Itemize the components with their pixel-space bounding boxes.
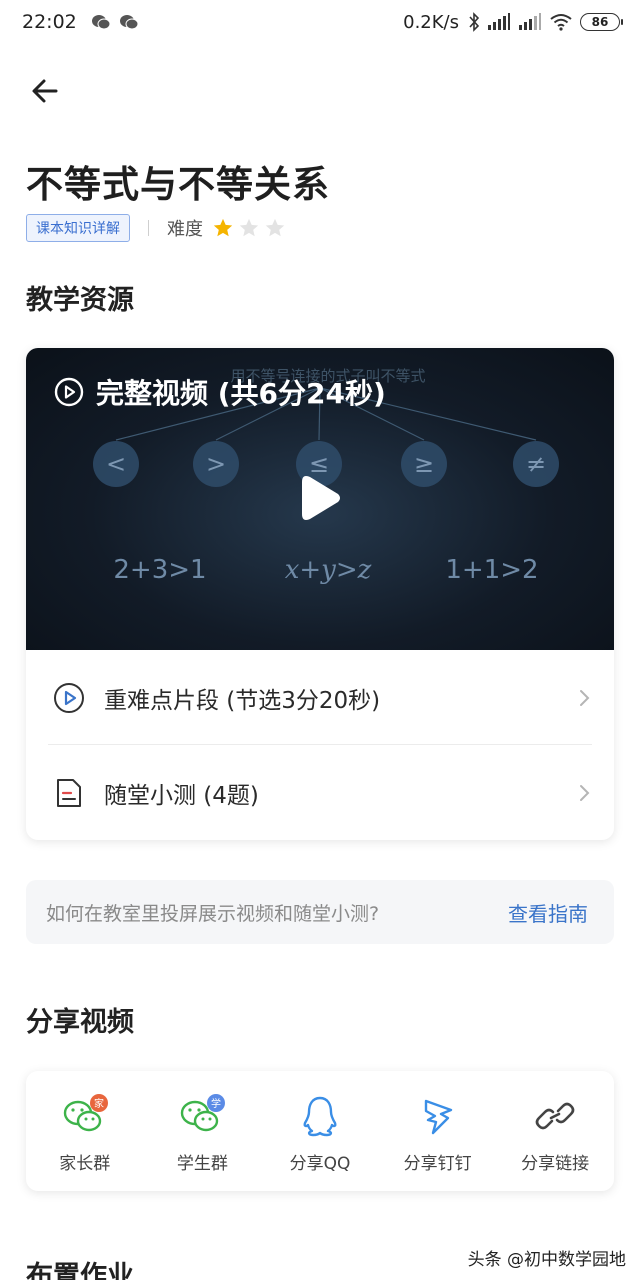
share-item-label: 分享链接	[521, 1154, 590, 1174]
symbol-label: >	[206, 450, 226, 478]
share-panel: 家 家长群 学 学生群 分享QQ 分享钉钉 分享链接	[26, 1071, 614, 1191]
share-link-button[interactable]: 分享链接	[496, 1071, 614, 1191]
difficulty-label: 难度	[167, 219, 203, 240]
share-item-label: 学生群	[176, 1154, 228, 1174]
list-item-key-clip[interactable]: 重难点片段 (节选3分20秒)	[48, 650, 592, 746]
video-title[interactable]: 完整视频 (共6分24秒)	[54, 372, 386, 412]
document-icon	[57, 779, 81, 807]
share-dingtalk-button[interactable]: 分享钉钉	[379, 1071, 497, 1191]
list-item-label: 重难点片段 (节选3分20秒)	[104, 688, 381, 714]
chevron-right-icon	[580, 785, 590, 801]
view-guide-link[interactable]: 查看指南	[508, 898, 588, 927]
resources-card: 用不等号连接的式子叫不等式 < > ≤ ≥ ≠ 2+3>1 x+y>z 1+1>2 完整视频…	[26, 348, 614, 840]
play-circle-icon	[54, 377, 84, 407]
dingtalk-icon	[424, 1099, 452, 1135]
share-item-label: 分享钉钉	[403, 1154, 472, 1174]
share-parent-group-button[interactable]: 家 家长群	[26, 1071, 144, 1191]
share-qq-button[interactable]: 分享QQ	[261, 1071, 379, 1191]
wechat-icon: 家	[63, 1094, 108, 1132]
signal-icon	[519, 13, 541, 30]
play-circle-icon	[54, 683, 84, 713]
star-filled-icon	[213, 218, 233, 237]
symbol-label: ≥	[414, 450, 434, 478]
bluetooth-icon	[469, 12, 480, 32]
homework-section-title: 布置作业	[26, 1261, 134, 1280]
resources-section-title: 教学资源	[26, 285, 134, 316]
guide-question: 如何在教室里投屏展示视频和随堂小测?	[46, 902, 380, 925]
projection-guide-bar: 如何在教室里投屏展示视频和随堂小测? 查看指南	[26, 880, 614, 944]
video-title-text: 完整视频 (共6分24秒)	[96, 377, 386, 410]
network-speed: 0.2K/s	[403, 11, 459, 33]
share-item-label: 分享QQ	[289, 1154, 351, 1174]
video-player[interactable]: 用不等号连接的式子叫不等式 < > ≤ ≥ ≠ 2+3>1 x+y>z 1+1>2 完整视频…	[26, 348, 614, 650]
example-expression: x+y>z	[285, 555, 372, 585]
wifi-icon	[550, 14, 572, 31]
title-meta: 课本知识详解 难度	[26, 214, 290, 242]
back-arrow-icon[interactable]	[28, 74, 62, 108]
status-bar: 22:02 0.2K/s 86	[0, 0, 640, 44]
example-expression: 2+3>1	[113, 555, 206, 585]
share-section-title: 分享视频	[26, 1007, 134, 1038]
svg-text:家: 家	[94, 1097, 104, 1110]
star-empty-icon	[239, 218, 259, 237]
category-tag: 课本知识详解	[26, 214, 130, 242]
wechat-icon: 学	[181, 1094, 226, 1132]
wechat-notification-icon	[119, 15, 139, 30]
status-time: 22:02	[22, 11, 77, 33]
example-expression: 1+1>2	[445, 555, 538, 585]
share-item-label: 家长群	[59, 1154, 111, 1174]
share-student-group-button[interactable]: 学 学生群	[144, 1071, 262, 1191]
meta-divider	[148, 220, 149, 236]
symbol-label: <	[106, 450, 126, 478]
play-button-icon[interactable]	[292, 470, 348, 526]
link-icon	[535, 1102, 575, 1130]
qq-icon	[303, 1096, 337, 1137]
list-item-quiz[interactable]: 随堂小测 (4题)	[48, 745, 592, 840]
signal-icon	[488, 13, 510, 30]
chevron-right-icon	[580, 690, 590, 706]
difficulty-rating	[212, 217, 290, 239]
watermark: 头条 @初中数学园地	[467, 1250, 626, 1270]
symbol-label: ≠	[526, 450, 546, 478]
page-title: 不等式与不等关系	[26, 163, 330, 206]
wechat-notification-icon	[91, 15, 111, 30]
star-empty-icon	[265, 218, 285, 237]
list-item-label: 随堂小测 (4题)	[104, 783, 259, 809]
battery-icon: 86	[580, 13, 623, 31]
svg-text:学: 学	[211, 1097, 221, 1110]
